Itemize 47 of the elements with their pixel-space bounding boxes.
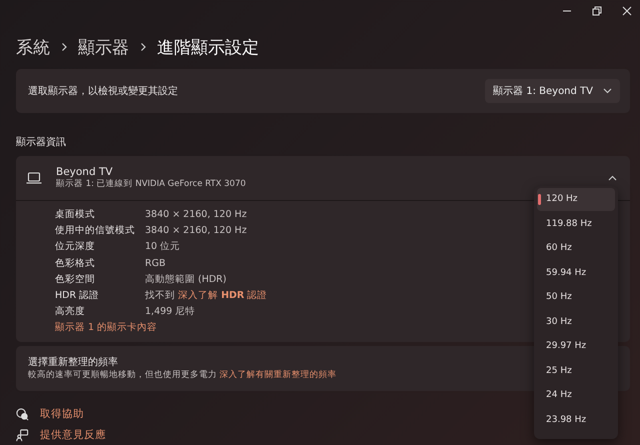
learn-more-link[interactable]: 深入了解 HDR 認證: [178, 290, 268, 302]
menu-item[interactable]: 30 Hz: [537, 310, 615, 333]
breadcrumb-item[interactable]: 顯示器: [78, 36, 129, 58]
info-value: RGB: [145, 256, 166, 271]
menu-item[interactable]: 29.97 Hz: [537, 335, 615, 358]
chevron-right-icon: [60, 42, 68, 52]
collapse-button[interactable]: [606, 173, 618, 183]
info-label: 高亮度: [55, 305, 85, 320]
help-icon: [16, 408, 29, 421]
info-label: HDR 認證: [55, 289, 100, 304]
menu-item[interactable]: 23.98 Hz: [537, 408, 615, 431]
setting-title: 選擇重新整理的頻率: [28, 356, 119, 370]
menu-item[interactable]: 59.94 Hz: [537, 262, 615, 284]
feedback-link[interactable]: 提供意見反應: [16, 428, 106, 442]
menu-item[interactable]: 50 Hz: [537, 286, 615, 308]
info-label: 色彩空間: [55, 272, 95, 287]
display-subtitle: 顯示器 1: 已連線到 NVIDIA GeForce RTX 3070: [56, 178, 247, 190]
menu-item[interactable]: 119.88 Hz: [537, 212, 615, 235]
breadcrumb-item[interactable]: 系統: [16, 36, 50, 58]
help-link[interactable]: 取得協助: [16, 407, 84, 422]
info-value: 3840 × 2160, 120 Hz: [145, 224, 247, 238]
menu-item[interactable]: 24 Hz: [537, 384, 615, 406]
menu-item[interactable]: 60 Hz: [537, 237, 615, 260]
info-label: 位元深度: [55, 240, 95, 254]
chevron-right-icon: [139, 42, 147, 52]
close-icon[interactable]: [620, 4, 634, 18]
laptop-icon: [26, 172, 42, 184]
setting-label: 選取顯示器，以檢視或變更其設定: [28, 84, 178, 98]
info-value: 找不到: [145, 290, 175, 302]
feedback-icon: [16, 428, 29, 442]
info-value: 10 位元: [145, 240, 180, 254]
chevron-down-icon: [603, 88, 612, 94]
display-dropdown[interactable]: 顯示器 1: Beyond TV: [485, 79, 620, 103]
menu-item[interactable]: 120 Hz: [537, 188, 615, 210]
display-name: Beyond TV: [56, 166, 114, 178]
learn-more-link[interactable]: 深入了解有關重新整理的頻率: [220, 370, 337, 380]
info-value: 高動態範圍 (HDR): [145, 272, 226, 287]
info-label: 使用中的信號模式: [55, 224, 135, 238]
menu-item[interactable]: 25 Hz: [537, 360, 615, 382]
breadcrumb-item: 進階顯示設定: [157, 36, 259, 58]
adapter-properties-link[interactable]: 顯示器 1 的顯示卡內容: [55, 320, 158, 336]
section-title: 顯示器資訊: [15, 136, 67, 150]
info-label: 桌面模式: [55, 208, 95, 222]
restore-icon[interactable]: [590, 4, 604, 18]
info-value: 1,499 尼特: [145, 305, 196, 320]
info-value: 3840 × 2160, 120 Hz: [145, 208, 247, 222]
info-label: 色彩格式: [55, 256, 95, 271]
